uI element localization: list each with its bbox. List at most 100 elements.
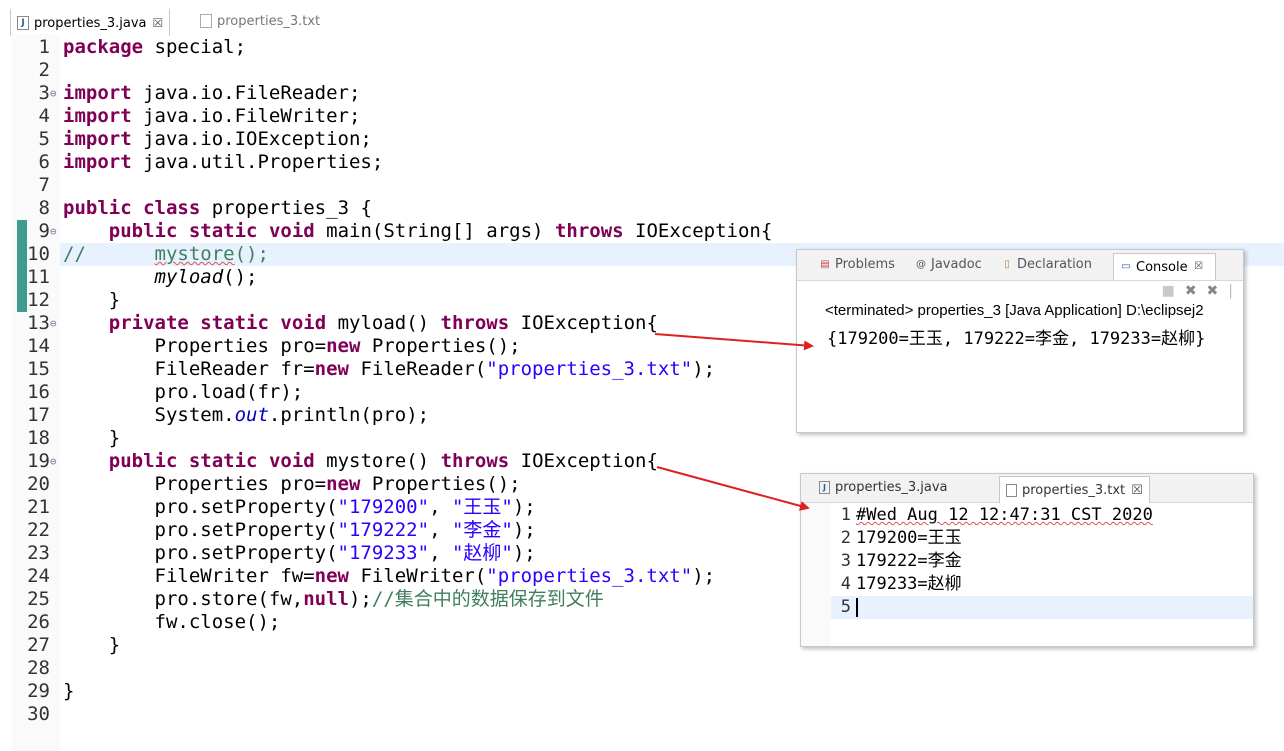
tab-properties-txt[interactable]: properties_3.txt [200,8,320,34]
line-number: 11 [27,266,50,288]
problems-icon: ▤ [820,258,830,270]
line-number: 8 [38,197,50,219]
arrow-to-txt-file [656,466,810,511]
line-number: 5 [840,597,851,617]
terminate-icon[interactable]: ■ [1162,283,1175,299]
code-line[interactable]: // mystore(); [63,243,269,266]
line-number: 6 [38,151,50,173]
text-caret [856,598,858,617]
text-file-icon [200,14,212,28]
line-number-gutter [801,503,831,646]
code-line[interactable]: System.out.println(pro); [63,404,430,427]
fold-icon[interactable]: ⊖ [50,317,57,330]
code-line[interactable]: pro.store(fw,null);//集合中的数据保存到文件 [63,588,604,611]
tab-properties-java[interactable]: J properties_3.java [819,480,947,495]
tab-label: properties_3.txt [217,13,321,29]
code-line[interactable]: } [63,427,120,450]
code-line[interactable]: pro.setProperty("179222", "李金"); [63,519,536,542]
line-number: 14 [27,335,50,357]
declaration-icon: ▯ [1004,258,1010,270]
console-view: ▤ Problems @ Javadoc ▯ Declaration ▭ Con… [796,249,1244,433]
line-number: 21 [27,496,50,518]
text-file-icon [1006,483,1017,497]
current-line-highlight [831,596,1253,619]
code-line[interactable]: import java.io.FileWriter; [63,105,360,128]
java-file-icon: J [17,16,29,30]
line-number: 9 [38,220,50,242]
tab-javadoc[interactable]: @ Javadoc [915,257,982,272]
line-number: 4 [840,574,851,594]
tab-declaration[interactable]: ▯ Declaration [1001,257,1092,272]
line-number: 20 [27,473,50,495]
remove-launch-icon[interactable]: ✖ [1185,283,1197,299]
code-line[interactable]: public static void mystore() throws IOEx… [63,450,658,473]
code-line[interactable]: pro.setProperty("179233", "赵柳"); [63,542,536,565]
toolbar-separator: | [1228,283,1233,299]
line-number: 28 [27,657,50,679]
fold-icon[interactable]: ⊖ [50,225,57,238]
code-line[interactable]: Properties pro=new Properties(); [63,335,521,358]
code-line[interactable]: fw.close(); [63,611,281,634]
text-line[interactable]: 179233=赵柳 [856,573,962,596]
editor-tab-bar: J properties_3.java ☒ properties_3.txt [0,0,1284,36]
tab-label: Console [1136,259,1188,275]
line-number: 10 [27,243,50,265]
code-line[interactable]: public class properties_3 { [63,197,372,220]
console-icon: ▭ [1121,261,1131,272]
code-line[interactable]: import java.io.FileReader; [63,82,360,105]
fold-icon[interactable]: ⊖ [50,455,57,468]
close-icon[interactable]: ☒ [1131,483,1143,498]
tab-console[interactable]: ▭ Console ☒ [1113,253,1216,280]
code-line[interactable]: import java.util.Properties; [63,151,383,174]
line-number: 4 [38,105,50,127]
tab-label: Declaration [1017,257,1092,272]
code-line[interactable]: } [63,289,120,312]
tab-properties-java[interactable]: J properties_3.java ☒ [10,8,171,36]
code-line[interactable]: FileWriter fw=new FileWriter("properties… [63,565,716,588]
code-line[interactable]: public static void main(String[] args) t… [63,220,773,243]
console-output[interactable]: {179200=王玉, 179222=李金, 179233=赵柳} [827,324,1205,349]
tab-label: Problems [835,257,895,272]
line-number: 13 [27,312,50,334]
code-line[interactable]: } [63,634,120,657]
line-number: 1 [840,505,851,525]
line-number: 3 [38,82,50,104]
tab-properties-txt[interactable]: properties_3.txt ☒ [999,476,1150,503]
tab-label: Javadoc [931,257,982,272]
console-toolbar: ■ ✖ ✖ | [1162,283,1233,299]
text-line[interactable]: 179200=王玉 [856,527,962,550]
remove-all-terminated-icon[interactable]: ✖ [1207,283,1219,299]
code-line[interactable]: pro.setProperty("179200", "王玉"); [63,496,536,519]
tab-problems[interactable]: ▤ Problems [819,257,895,272]
close-icon[interactable]: ☒ [152,16,163,30]
text-line[interactable]: #Wed Aug 12 12:47:31 CST 2020 [856,504,1153,527]
line-number: 29 [27,680,50,702]
line-number: 25 [27,588,50,610]
txt-editor-view: J properties_3.java properties_3.txt ☒ 1… [800,473,1254,647]
arrow-to-console [654,333,814,351]
line-number: 27 [27,634,50,656]
line-number: 15 [27,358,50,380]
code-line[interactable]: myload(); [63,266,258,289]
fold-icon[interactable]: ⊖ [50,87,57,100]
code-line[interactable]: package special; [63,36,246,59]
code-line[interactable]: private static void myload() throws IOEx… [63,312,658,335]
line-number: 23 [27,542,50,564]
line-number: 3 [840,551,851,571]
code-line[interactable]: pro.load(fr); [63,381,304,404]
code-line[interactable]: import java.io.IOException; [63,128,372,151]
txt-tab-bar: J properties_3.java properties_3.txt ☒ [801,474,1253,503]
code-line[interactable]: } [63,680,74,703]
tab-label: properties_3.txt [1022,482,1126,498]
code-line[interactable]: Properties pro=new Properties(); [63,473,521,496]
text-line[interactable]: 179222=李金 [856,550,962,573]
line-number: 30 [27,703,50,725]
code-line[interactable]: FileReader fr=new FileReader("properties… [63,358,716,381]
line-number: 18 [27,427,50,449]
tab-label: properties_3.java [34,15,147,31]
line-number: 5 [38,128,50,150]
line-number: 2 [840,528,851,548]
close-icon[interactable]: ☒ [1193,261,1205,273]
line-number: 12 [27,289,50,311]
at-icon: @ [916,258,926,270]
